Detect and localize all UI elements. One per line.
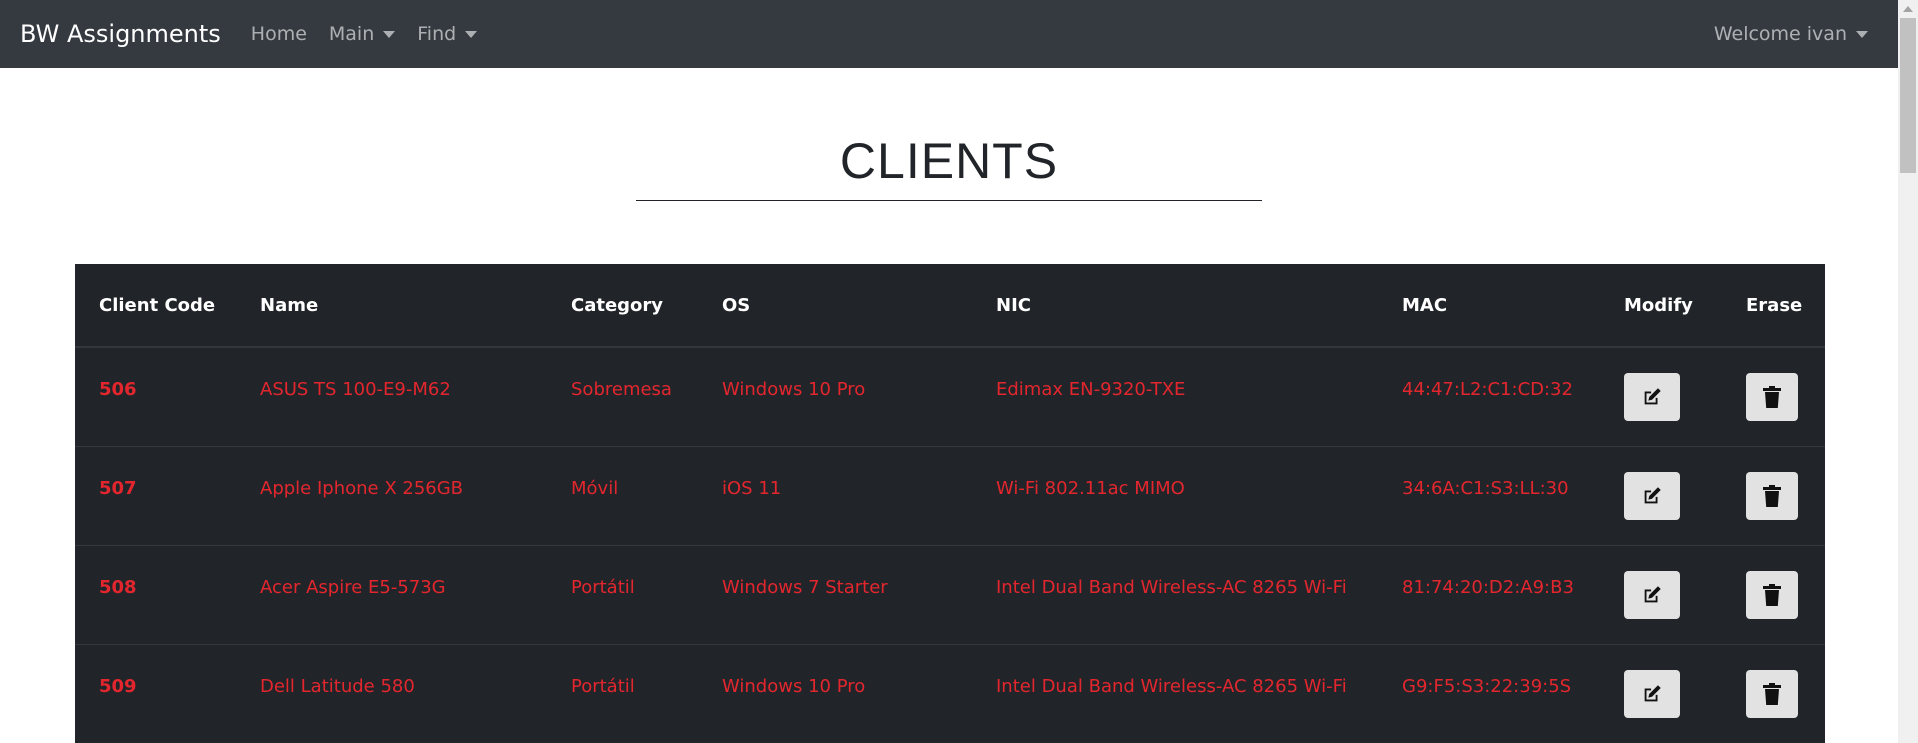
table-row: 508 Acer Aspire E5-573G Portátil Windows… — [75, 545, 1825, 645]
caret-down-icon — [465, 30, 478, 38]
title-divider — [636, 200, 1262, 201]
modify-button[interactable] — [1624, 670, 1680, 718]
cell-name: Dell Latitude 580 — [260, 675, 415, 697]
erase-button[interactable] — [1746, 472, 1798, 520]
cell-name: Apple Iphone X 256GB — [260, 477, 464, 499]
cell-name: ASUS TS 100-E9-M62 — [260, 378, 451, 400]
erase-button[interactable] — [1746, 373, 1798, 421]
cell-mac: 34:6A:C1:S3:LL:30 — [1402, 477, 1569, 499]
header-client-code: Client Code — [75, 264, 236, 348]
edit-icon — [1644, 388, 1661, 405]
cell-nic: Intel Dual Band Wireless-AC 8265 Wi-Fi — [996, 576, 1347, 598]
erase-button[interactable] — [1746, 571, 1798, 619]
caret-down-icon — [383, 30, 396, 38]
edit-icon — [1644, 586, 1661, 603]
cell-client-code: 508 — [99, 576, 137, 598]
cell-category: Portátil — [571, 576, 635, 598]
clients-table: Client Code Name Category OS NIC MAC Mod… — [75, 264, 1825, 743]
table-row: 507 Apple Iphone X 256GB Móvil iOS 11 Wi… — [75, 446, 1825, 546]
header-category: Category — [547, 264, 698, 348]
edit-icon — [1644, 685, 1661, 702]
modify-button[interactable] — [1624, 571, 1680, 619]
trash-icon — [1763, 683, 1781, 705]
scrollbar-thumb[interactable] — [1900, 18, 1916, 173]
header-modify: Modify — [1600, 264, 1722, 348]
vertical-scrollbar[interactable] — [1898, 0, 1918, 743]
cell-category: Portátil — [571, 675, 635, 697]
cell-client-code: 509 — [99, 675, 137, 697]
header-name: Name — [236, 264, 547, 348]
cell-os: iOS 11 — [722, 477, 782, 499]
cell-os: Windows 7 Starter — [722, 576, 888, 598]
trash-icon — [1763, 485, 1781, 507]
nav-home-label: Home — [250, 23, 307, 45]
nav-home-link[interactable]: Home — [251, 23, 307, 45]
user-menu-dropdown[interactable]: Welcome ivan — [1714, 23, 1868, 45]
modify-button[interactable] — [1624, 373, 1680, 421]
brand-link[interactable]: BW Assignments — [20, 20, 221, 48]
cell-nic: Wi-Fi 802.11ac MIMO — [996, 477, 1185, 499]
cell-nic: Edimax EN-9320-TXE — [996, 378, 1186, 400]
cell-client-code: 507 — [99, 477, 137, 499]
page-title: CLIENTS — [839, 133, 1059, 189]
nav-main-label: Main — [328, 23, 375, 45]
nav-find-dropdown[interactable]: Find — [417, 23, 478, 45]
edit-icon — [1644, 487, 1661, 504]
nav-main-dropdown[interactable]: Main — [328, 23, 396, 45]
header-os: OS — [698, 264, 972, 348]
cell-category: Sobremesa — [571, 378, 672, 400]
clients-table-container: Client Code Name Category OS NIC MAC Mod… — [75, 264, 1825, 743]
scroll-up-arrow-icon[interactable] — [1903, 6, 1913, 12]
modify-button[interactable] — [1624, 472, 1680, 520]
cell-os: Windows 10 Pro — [722, 675, 866, 697]
cell-client-code: 506 — [99, 378, 137, 400]
table-row: 509 Dell Latitude 580 Portátil Windows 1… — [75, 644, 1825, 743]
page-title-container: CLIENTS — [636, 128, 1262, 194]
header-nic: NIC — [972, 264, 1378, 348]
cell-os: Windows 10 Pro — [722, 378, 866, 400]
caret-down-icon — [1856, 30, 1868, 38]
cell-mac: G9:F5:S3:22:39:5S — [1402, 675, 1572, 697]
user-menu-label: Welcome ivan — [1713, 23, 1847, 45]
header-erase: Erase — [1722, 264, 1825, 348]
header-mac: MAC — [1378, 264, 1600, 348]
cell-category: Móvil — [571, 477, 619, 499]
nav-find-label: Find — [417, 23, 457, 45]
trash-icon — [1763, 584, 1781, 606]
top-navbar: BW Assignments Home Main Find Welcome iv… — [0, 0, 1898, 68]
erase-button[interactable] — [1746, 670, 1798, 718]
trash-icon — [1763, 386, 1781, 408]
table-header-row: Client Code Name Category OS NIC MAC Mod… — [75, 264, 1825, 348]
cell-mac: 44:47:L2:C1:CD:32 — [1402, 378, 1573, 400]
table-row: 506 ASUS TS 100-E9-M62 Sobremesa Windows… — [75, 346, 1825, 447]
cell-mac: 81:74:20:D2:A9:B3 — [1402, 576, 1574, 598]
cell-nic: Intel Dual Band Wireless-AC 8265 Wi-Fi — [996, 675, 1347, 697]
cell-name: Acer Aspire E5-573G — [260, 576, 446, 598]
